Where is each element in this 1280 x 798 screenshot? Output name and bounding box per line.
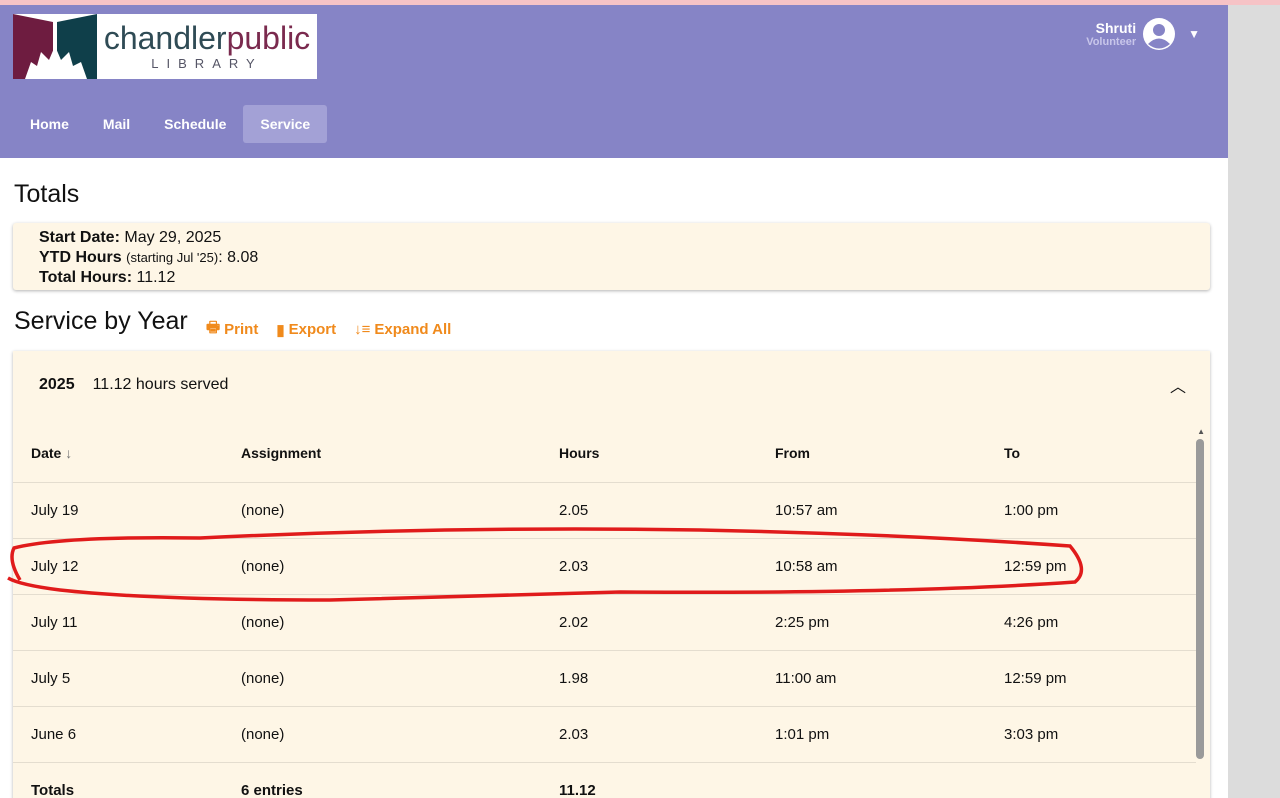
user-name: Shruti (1095, 20, 1137, 36)
table-cell: 4:26 pm (986, 594, 1196, 651)
library-logo[interactable]: chandlerpublic LIBRARY (13, 14, 317, 79)
chevron-up-icon[interactable]: ︿ (1170, 373, 1186, 397)
table-cell: July 5 (13, 650, 223, 707)
table-cell: 11:00 am (757, 650, 986, 707)
total-label: Total Hours: (39, 269, 133, 286)
table-row[interactable]: July 19 (none) 2.05 10:57 am 1:00 pm (13, 482, 1196, 539)
ytd-note: (starting Jul '25) (126, 250, 219, 265)
table-row[interactable]: June 6 (none) 2.03 1:01 pm 3:03 pm (13, 706, 1196, 763)
table-cell: 10:57 am (757, 482, 986, 539)
service-table: Date ↓ Assignment Hours From To July 19(… (13, 424, 1196, 798)
start-value: May 29, 2025 (124, 229, 222, 246)
page: chandlerpublic LIBRARY Shruti Volunteer ▼ … (0, 5, 1228, 798)
caret-down-icon: ▼ (1188, 27, 1200, 41)
table-cell: July 12 (13, 538, 223, 595)
user-role: Volunteer (1086, 36, 1137, 48)
print-label: Print (224, 321, 259, 338)
nav-service[interactable]: Service (243, 105, 328, 143)
start-label: Start Date: (39, 229, 120, 246)
logo-text-2: public (226, 20, 311, 56)
main-nav: Home Mail Schedule Service (13, 105, 328, 143)
print-button[interactable]: 🖶 Print (206, 317, 258, 342)
ytd-value: : 8.08 (218, 249, 259, 266)
scroll-up-icon[interactable]: ▲ (1197, 427, 1205, 436)
account-circle-icon (1143, 18, 1176, 50)
col-to[interactable]: To (986, 424, 1196, 483)
totals-card: Start Date: May 29, 2025 YTD Hours (star… (13, 223, 1210, 290)
totals-heading: Totals (14, 180, 80, 208)
logo-text: chandler (103, 20, 227, 56)
col-assignment[interactable]: Assignment (223, 424, 541, 483)
nav-schedule[interactable]: Schedule (147, 105, 243, 143)
col-hours[interactable]: Hours (541, 424, 757, 483)
table-cell: 2.03 (541, 706, 757, 763)
year-panel: 2025 11.12 hours served ︿ Date ↓ Assignme… (13, 351, 1210, 798)
service-heading: Service by Year (14, 307, 188, 335)
sort-icon: ↓≡ (354, 321, 371, 338)
table-cell: June 6 (13, 706, 223, 763)
user-menu[interactable]: Shruti Volunteer ▼ (1086, 17, 1200, 51)
nav-home[interactable]: Home (13, 105, 86, 143)
entries-cell: 6 entries (241, 781, 303, 798)
table-cell: 1:00 pm (986, 482, 1196, 539)
col-date[interactable]: Date ↓ (13, 424, 223, 483)
scrollbar[interactable] (1196, 439, 1204, 759)
table-row[interactable]: July 5 (none) 1.98 11:00 am 12:59 pm (13, 650, 1196, 707)
table-cell: 2.03 (541, 538, 757, 595)
table-cell: 1:01 pm (757, 706, 986, 763)
sort-arrow-icon: ↓ (65, 444, 73, 461)
printer-icon: 🖶 (206, 319, 221, 336)
table-cell: July 19 (13, 482, 223, 539)
export-label: Export (288, 321, 337, 338)
year-panel-header[interactable]: 2025 11.12 hours served (13, 351, 1210, 419)
table-cell: (none) (223, 650, 541, 707)
expand-all-button[interactable]: ↓≡ Expand All (354, 317, 451, 342)
hours-total-cell: 11.12 (559, 781, 596, 798)
totals-row: Totals 6 entries 11.12 (13, 762, 1196, 798)
table-cell: 12:59 pm (986, 538, 1196, 595)
table-cell: 2.02 (541, 594, 757, 651)
ytd-label: YTD Hours (39, 249, 122, 266)
total-value: 11.12 (136, 269, 176, 286)
table-cell: 2:25 pm (757, 594, 986, 651)
table-cell: 3:03 pm (986, 706, 1196, 763)
table-cell: 12:59 pm (986, 650, 1196, 707)
table-cell: (none) (223, 594, 541, 651)
excel-file-icon: ▮ (276, 321, 285, 339)
book-sun-icon (13, 14, 97, 79)
nav-mail[interactable]: Mail (86, 105, 147, 143)
table-row[interactable]: July 11 (none) 2.02 2:25 pm 4:26 pm (13, 594, 1196, 651)
col-from[interactable]: From (757, 424, 986, 483)
year-summary: 11.12 hours served (92, 376, 229, 393)
header: chandlerpublic LIBRARY Shruti Volunteer ▼ … (0, 5, 1228, 158)
table-cell: (none) (223, 482, 541, 539)
table-cell: 2.05 (541, 482, 757, 539)
table-cell: 1.98 (541, 650, 757, 707)
expand-label: Expand All (374, 321, 452, 338)
table-row[interactable]: July 12 (none) 2.03 10:58 am 12:59 pm (13, 538, 1196, 595)
table-cell: 10:58 am (757, 538, 986, 595)
table-cell: (none) (223, 538, 541, 595)
totals-cell: Totals (31, 781, 75, 798)
export-button[interactable]: ▮ Export (276, 317, 336, 342)
table-cell: July 11 (13, 594, 223, 651)
logo-sub: LIBRARY (151, 56, 263, 71)
table-cell: (none) (223, 706, 541, 763)
year-label: 2025 (39, 376, 75, 393)
